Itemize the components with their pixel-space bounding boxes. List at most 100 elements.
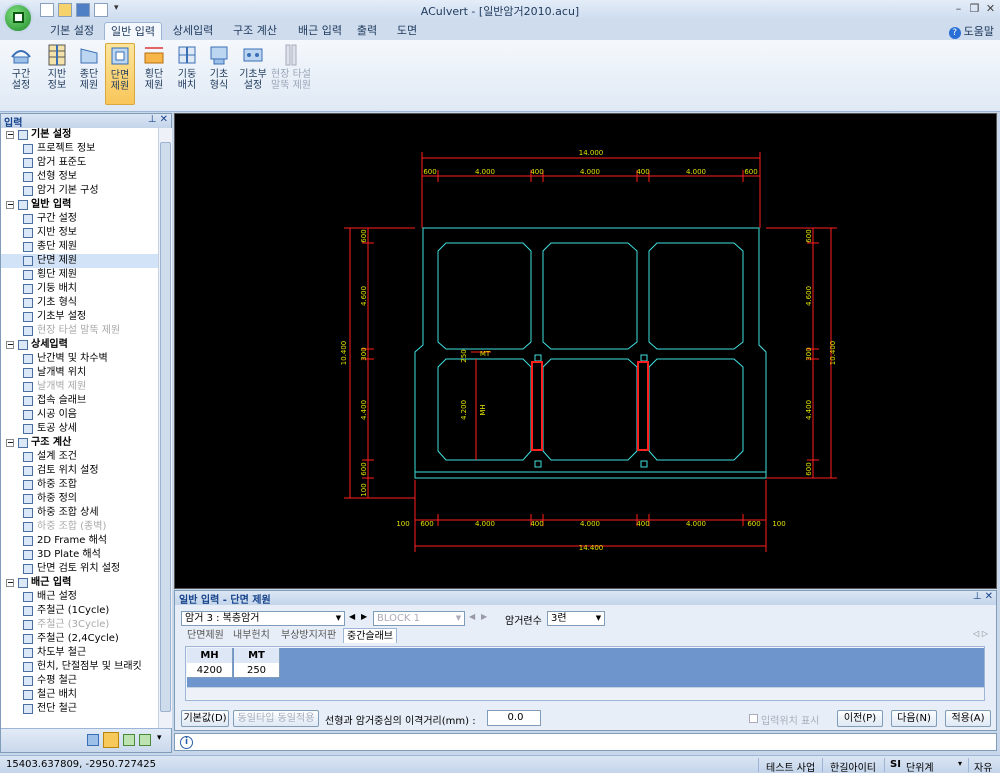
subtab-scroll-icon[interactable]: ◁ ▷ xyxy=(973,629,988,638)
collapse-icon[interactable]: − xyxy=(6,579,14,587)
tree-item[interactable]: 2D Frame 해석 xyxy=(1,534,158,548)
subtab-middle-slab[interactable]: 중간슬래브 xyxy=(343,628,397,643)
tree-item[interactable]: 기초 형식 xyxy=(1,296,158,310)
tab-structural-calc[interactable]: 구조 계산 xyxy=(226,22,284,40)
tree-item[interactable]: 하중 조합 상세 xyxy=(1,506,158,520)
folder-icon[interactable] xyxy=(123,734,135,746)
ribbon-foundation-setup[interactable]: 기초부 설정 xyxy=(236,43,270,105)
ribbon-column-layout[interactable]: 기둥 배치 xyxy=(172,43,202,105)
tree-item[interactable]: 시공 이음 xyxy=(1,408,158,422)
block-select[interactable]: BLOCK 1 ▼ xyxy=(373,611,465,626)
ribbon-section-setup[interactable]: 구간 설정 xyxy=(6,43,36,105)
drawing-canvas[interactable]: 14.000 600 4.000 400 4.000 400 4.000 600… xyxy=(174,113,997,589)
tree-item[interactable]: 난간벽 및 차수벽 xyxy=(1,352,158,366)
app-menu-button[interactable] xyxy=(3,3,33,33)
tree-item[interactable]: 토공 상세 xyxy=(1,422,158,436)
tree-group[interactable]: − 일반 입력 xyxy=(1,198,158,212)
tree-group[interactable]: − 구조 계산 xyxy=(1,436,158,450)
tree-item[interactable]: 횡단 제원 xyxy=(1,268,158,282)
collapse-icon[interactable]: − xyxy=(6,439,14,447)
tree-item[interactable]: 헌치, 단절점부 및 브래킷 xyxy=(1,660,158,674)
tree-item[interactable]: 주철근 (1Cycle) xyxy=(1,604,158,618)
default-value-button[interactable]: 기본값(D) xyxy=(181,710,229,727)
collapse-icon[interactable]: − xyxy=(6,341,14,349)
tree-group[interactable]: − 기본 설정 xyxy=(1,128,158,142)
tab-output[interactable]: 출력 xyxy=(352,22,382,40)
tree-item[interactable]: 주철근 (3Cycle) xyxy=(1,618,158,632)
tab-rebar-input[interactable]: 배근 입력 xyxy=(290,22,350,40)
tree-item[interactable]: 전단 철근 xyxy=(1,702,158,716)
tree-item[interactable]: 철근 배치 xyxy=(1,688,158,702)
tab-basic-settings[interactable]: 기본 설정 xyxy=(42,22,102,40)
tree-item[interactable]: 주철근 (2,4Cycle) xyxy=(1,632,158,646)
unit-dropdown-icon[interactable]: ▾ xyxy=(958,759,962,768)
tree-item[interactable]: 구간 설정 xyxy=(1,212,158,226)
subtab-uplift-slab[interactable]: 부상방지저판 xyxy=(281,628,336,643)
tree-item[interactable]: 암거 기본 구성 xyxy=(1,184,158,198)
tree-item[interactable]: 날개벽 위치 xyxy=(1,366,158,380)
tab-drawing[interactable]: 도면 xyxy=(392,22,422,40)
same-type-apply-button[interactable]: 동일타입 동일적용 xyxy=(233,710,319,727)
tree-item[interactable]: 차도부 철근 xyxy=(1,646,158,660)
tree-item[interactable]: 설계 조건 xyxy=(1,450,158,464)
close-icon[interactable]: ✕ xyxy=(983,2,998,16)
ribbon-cast-pile[interactable]: 현장 타설 말뚝 제원 xyxy=(270,43,312,105)
grid-scrollbar[interactable] xyxy=(187,687,984,699)
tree-group[interactable]: − 배근 입력 xyxy=(1,576,158,590)
tree-item[interactable]: 하중 조합 (종벽) xyxy=(1,520,158,534)
close-icon[interactable]: ✕ xyxy=(160,114,168,125)
subtab-inner-haunch[interactable]: 내부헌치 xyxy=(233,628,270,643)
restore-icon[interactable]: ❐ xyxy=(967,2,982,16)
grid-cell-mt[interactable]: 250 xyxy=(234,663,280,678)
culvert-count-select[interactable]: 3련 ▼ xyxy=(547,611,605,626)
unit-selector[interactable]: 단위계 xyxy=(906,759,934,773)
help-button[interactable]: ? 도움말 xyxy=(948,23,994,39)
tree-item[interactable]: 날개벽 제원 xyxy=(1,380,158,394)
ribbon-ground-info[interactable]: 지반 정보 xyxy=(42,43,72,105)
tree-item[interactable]: 현장 타설 말뚝 제원 xyxy=(1,324,158,338)
ribbon-longitudinal[interactable]: 종단 제원 xyxy=(74,43,104,105)
scroll-thumb[interactable] xyxy=(160,142,171,712)
collapse-icon[interactable]: − xyxy=(6,201,14,209)
minimize-icon[interactable]: – xyxy=(951,2,966,16)
prev-button[interactable]: 이전(P) xyxy=(837,710,883,727)
next-button[interactable]: 다음(N) xyxy=(891,710,937,727)
view-icon[interactable] xyxy=(87,734,99,746)
tree-item[interactable]: 접속 슬래브 xyxy=(1,394,158,408)
apply-button[interactable]: 적용(A) xyxy=(945,710,991,727)
tree-scrollbar[interactable] xyxy=(158,128,172,728)
tree-item[interactable]: 지반 정보 xyxy=(1,226,158,240)
tree-item[interactable]: 선형 정보 xyxy=(1,170,158,184)
tree-item[interactable]: 단면 제원 xyxy=(1,254,158,268)
tree-mode-icon[interactable] xyxy=(103,732,119,748)
tree-item[interactable]: 검토 위치 설정 xyxy=(1,464,158,478)
pin-icon[interactable]: ⊥ xyxy=(973,591,982,602)
ribbon-foundation-type[interactable]: 기초 형식 xyxy=(204,43,234,105)
tab-detail-input[interactable]: 상세입력 xyxy=(166,22,220,40)
tree-item[interactable]: 배근 설정 xyxy=(1,590,158,604)
tree-group[interactable]: − 상세입력 xyxy=(1,338,158,352)
grid-cell-mh[interactable]: 4200 xyxy=(187,663,233,678)
tree-item[interactable]: 종단 제원 xyxy=(1,240,158,254)
culvert-select[interactable]: 암거 3 : 복층암거 ▼ xyxy=(181,611,345,626)
tree-item[interactable]: 단면 검토 위치 설정 xyxy=(1,562,158,576)
tab-general-input[interactable]: 일반 입력 xyxy=(104,22,162,40)
tree-item[interactable]: 기초부 설정 xyxy=(1,310,158,324)
prev-block-icon[interactable]: ◀ xyxy=(469,612,475,621)
tree-item[interactable]: 프로젝트 정보 xyxy=(1,142,158,156)
ribbon-cross-section[interactable]: 단면 제원 xyxy=(105,43,135,105)
tree-item[interactable]: 3D Plate 해석 xyxy=(1,548,158,562)
pin-icon[interactable]: ⊥ xyxy=(148,114,157,125)
prev-culvert-icon[interactable]: ◀ xyxy=(349,612,355,621)
next-culvert-icon[interactable]: ▶ xyxy=(361,612,367,621)
tree-item[interactable]: 수평 철근 xyxy=(1,674,158,688)
collapse-icon[interactable]: − xyxy=(6,131,14,139)
next-block-icon[interactable]: ▶ xyxy=(481,612,487,621)
show-position-checkbox[interactable] xyxy=(749,714,758,723)
offset-input[interactable]: 0.0 xyxy=(487,710,541,726)
export-icon[interactable] xyxy=(139,734,151,746)
tree-item[interactable]: 암거 표준도 xyxy=(1,156,158,170)
tree-item[interactable]: 하중 정의 xyxy=(1,492,158,506)
ribbon-transverse[interactable]: 횡단 제원 xyxy=(139,43,169,105)
subtab-section[interactable]: 단면제원 xyxy=(187,628,224,643)
